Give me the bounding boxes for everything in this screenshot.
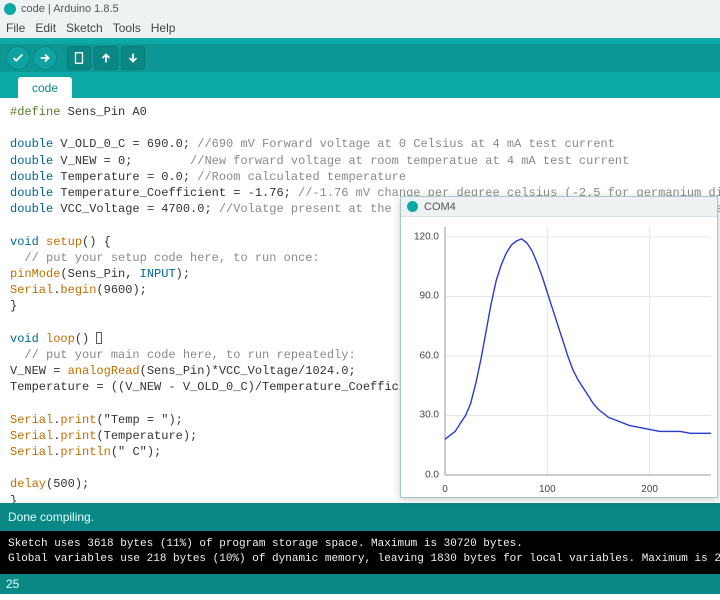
verify-button[interactable]	[6, 46, 30, 70]
code-token: Serial	[10, 429, 53, 443]
code-token: (9600);	[96, 283, 146, 297]
code-token: );	[176, 267, 190, 281]
code-token: setup	[46, 235, 82, 249]
code-token: V_NEW = 0;	[53, 154, 190, 168]
code-token: double	[10, 137, 53, 151]
y-tick-label: 0.0	[401, 470, 439, 481]
menubar: File Edit Sketch Tools Help	[0, 18, 720, 38]
code-token: Temperature_Coefficient = -1.76;	[53, 186, 298, 200]
upload-button[interactable]	[33, 46, 57, 70]
x-tick-label: 0	[442, 484, 448, 495]
toolbar	[0, 38, 720, 72]
status-bar: Done compiling.	[0, 503, 720, 531]
code-comment: // put your setup code here, to run once…	[10, 251, 320, 265]
check-icon	[11, 51, 25, 65]
code-token: VCC_Voltage = 4700.0;	[53, 202, 219, 216]
tab-strip: code	[0, 72, 720, 98]
console-line: Sketch uses 3618 bytes (11%) of program …	[8, 538, 523, 550]
code-token: }	[10, 494, 17, 504]
arduino-icon	[4, 3, 16, 15]
code-token: void	[10, 235, 39, 249]
menu-help[interactable]: Help	[151, 21, 176, 35]
code-token: loop	[46, 332, 75, 346]
code-token: pinMode	[10, 267, 60, 281]
code-token: double	[10, 170, 53, 184]
code-token: print	[60, 413, 96, 427]
open-button[interactable]	[94, 46, 118, 70]
window-titlebar: code | Arduino 1.8.5	[0, 0, 720, 18]
code-token: Serial	[10, 445, 53, 459]
new-button[interactable]	[67, 46, 91, 70]
code-token: ()	[75, 332, 97, 346]
code-token: V_NEW =	[10, 364, 68, 378]
code-token: void	[10, 332, 39, 346]
status-text: Done compiling.	[8, 510, 94, 524]
code-token: (Temperature);	[96, 429, 197, 443]
plotter-title: COM4	[424, 201, 456, 213]
code-token: Serial	[10, 283, 53, 297]
text-cursor	[96, 332, 102, 344]
y-tick-label: 60.0	[401, 350, 439, 361]
serial-plotter-window[interactable]: COM4 0.0 30.0 60.0 90.0 120.0 0 100 200	[400, 196, 718, 498]
code-comment: // put your main code here, to run repea…	[10, 348, 356, 362]
code-token: Temperature = 0.0;	[53, 170, 197, 184]
code-comment: //690 mV Forward voltage at 0 Celsius at…	[197, 137, 615, 151]
y-tick-label: 90.0	[401, 291, 439, 302]
code-token: (" C");	[111, 445, 161, 459]
code-token: Sens_Pin A0	[60, 105, 146, 119]
menu-file[interactable]: File	[6, 21, 25, 35]
code-token: (Sens_Pin)*VCC_Voltage/1024.0;	[140, 364, 356, 378]
y-tick-label: 30.0	[401, 410, 439, 421]
code-token: }	[10, 299, 17, 313]
code-token: V_OLD_0_C = 690.0;	[53, 137, 197, 151]
arduino-icon	[407, 201, 418, 212]
x-tick-label: 100	[539, 484, 556, 495]
menu-tools[interactable]: Tools	[113, 21, 141, 35]
code-token: analogRead	[68, 364, 140, 378]
code-token: ("Temp = ");	[96, 413, 182, 427]
arrow-down-icon	[126, 51, 140, 65]
code-token: (Sens_Pin,	[60, 267, 139, 281]
line-number: 25	[6, 577, 19, 591]
tab-code[interactable]: code	[18, 77, 72, 98]
code-token: Temperature = ((V_NEW - V_OLD_0_C)/Tempe…	[10, 380, 442, 394]
code-token: Serial	[10, 413, 53, 427]
x-tick-label: 200	[641, 484, 658, 495]
menu-edit[interactable]: Edit	[35, 21, 56, 35]
arrow-right-icon	[38, 51, 52, 65]
code-token: #define	[10, 105, 60, 119]
console-line: Global variables use 218 bytes (10%) of …	[8, 553, 720, 565]
save-button[interactable]	[121, 46, 145, 70]
arrow-up-icon	[99, 51, 113, 65]
footer-bar: 25	[0, 574, 720, 594]
code-comment: //Room calculated temperature	[197, 170, 406, 184]
menu-sketch[interactable]: Sketch	[66, 21, 103, 35]
code-token: double	[10, 186, 53, 200]
code-token: print	[60, 429, 96, 443]
code-token: INPUT	[140, 267, 176, 281]
window-title: code | Arduino 1.8.5	[21, 3, 119, 15]
code-token: begin	[60, 283, 96, 297]
code-token: double	[10, 154, 53, 168]
code-token: (500);	[46, 477, 89, 491]
plotter-chart: 0.0 30.0 60.0 90.0 120.0 0 100 200	[401, 217, 717, 497]
plotter-titlebar[interactable]: COM4	[401, 197, 717, 217]
code-token: () {	[82, 235, 111, 249]
code-token: delay	[10, 477, 46, 491]
console-output[interactable]: Sketch uses 3618 bytes (11%) of program …	[0, 531, 720, 574]
code-token: double	[10, 202, 53, 216]
code-token: println	[60, 445, 110, 459]
code-comment: //New forward voltage at room temperatue…	[190, 154, 629, 168]
file-icon	[72, 51, 86, 65]
y-tick-label: 120.0	[401, 231, 439, 242]
